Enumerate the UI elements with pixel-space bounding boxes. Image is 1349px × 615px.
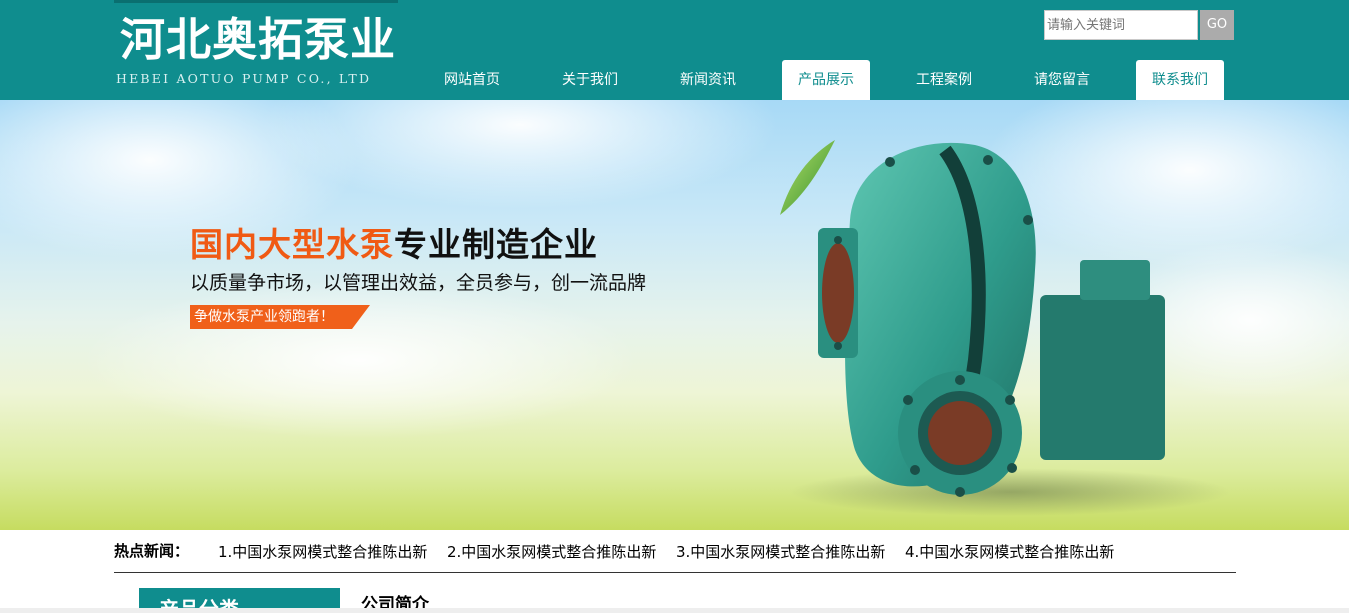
nav-item-news[interactable]: 新闻资讯 [664, 60, 752, 100]
nav-item-contact[interactable]: 联系我们 [1136, 60, 1224, 100]
search-input[interactable] [1044, 10, 1198, 40]
hot-news-label: 热点新闻： [114, 542, 190, 560]
hero-banner[interactable]: 国内大型水泵专业制造企业 以质量争市场，以管理出效益，全员参与，创一流品牌 争做… [0, 100, 1349, 530]
nav-item-home[interactable]: 网站首页 [428, 60, 516, 100]
page-bottom-edge [0, 608, 1349, 613]
pump-bearing [1080, 260, 1150, 300]
banner-headline-accent: 国内大型水泵 [190, 225, 394, 264]
hot-news-item[interactable]: 1.中国水泵网模式整合推陈出新 [218, 541, 427, 562]
pump-shadow [790, 468, 1230, 516]
search-go-button[interactable]: GO [1200, 10, 1234, 40]
hot-news-item[interactable]: 4.中国水泵网模式整合推陈出新 [905, 541, 1114, 562]
logo-subtitle: HEBEI AOTUO PUMP CO., LTD [116, 71, 372, 86]
nav-item-products[interactable]: 产品展示 [782, 60, 870, 100]
hot-news-item[interactable]: 2.中国水泵网模式整合推陈出新 [447, 541, 656, 562]
pump-image [780, 140, 1230, 516]
banner-headline-rest: 专业制造企业 [394, 225, 598, 264]
banner-headline: 国内大型水泵专业制造企业 [190, 218, 598, 266]
nav-item-message[interactable]: 请您留言 [1018, 60, 1106, 100]
nav-item-cases[interactable]: 工程案例 [900, 60, 988, 100]
banner-slogan: 以质量争市场，以管理出效益，全员参与，创一流品牌 [190, 272, 647, 294]
pump-frame [1040, 295, 1165, 460]
section-divider [114, 572, 1236, 573]
pump-inlet [822, 243, 854, 343]
banner-cloud [80, 280, 640, 440]
pump-outlet [928, 401, 992, 465]
logo-title[interactable]: 河北奥拓泵业 [120, 13, 396, 67]
search-box: GO [1044, 10, 1234, 40]
hot-news-item[interactable]: 3.中国水泵网模式整合推陈出新 [676, 541, 885, 562]
logo-top-bar [114, 0, 398, 3]
site-header: 河北奥拓泵业 HEBEI AOTUO PUMP CO., LTD GO 网站首页… [0, 0, 1349, 100]
leaf-icon [780, 140, 835, 215]
nav-item-about[interactable]: 关于我们 [546, 60, 634, 100]
banner-tag: 争做水泵产业领跑者！ [190, 305, 370, 329]
